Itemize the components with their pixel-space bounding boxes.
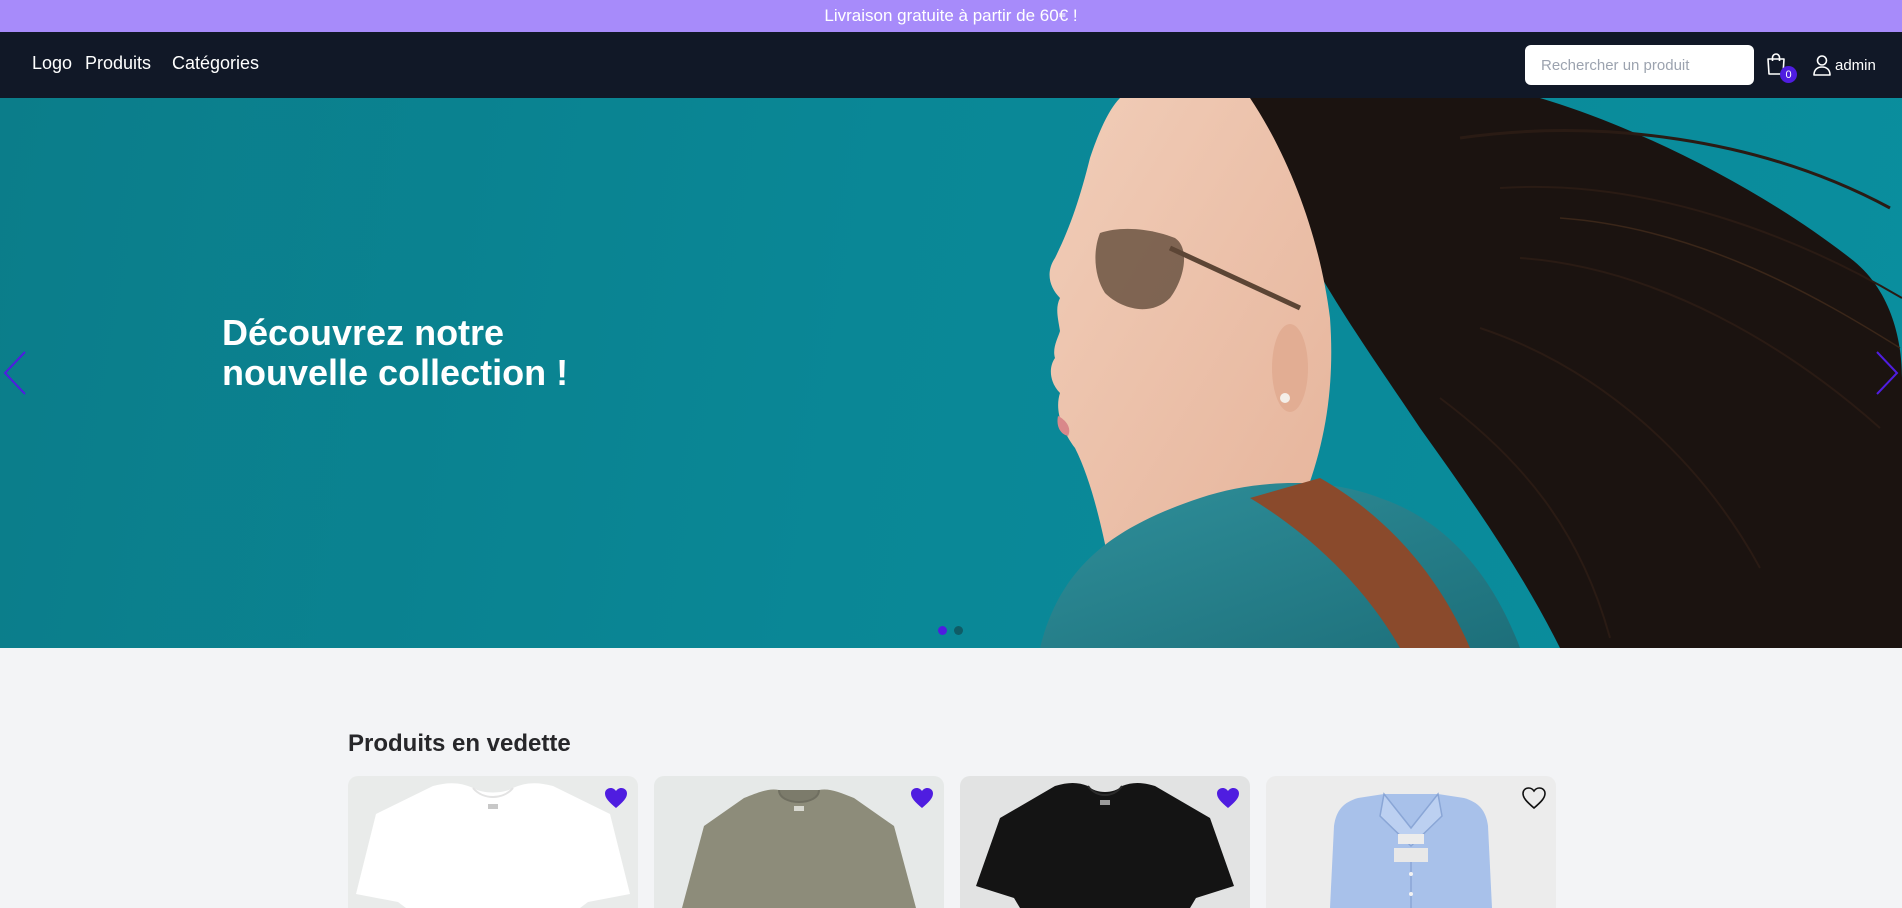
cart-count-badge: 0: [1780, 66, 1797, 83]
carousel-next-button[interactable]: [1872, 348, 1902, 398]
product-card[interactable]: [348, 776, 638, 908]
carousel-prev-button[interactable]: [0, 348, 30, 398]
cart-button[interactable]: 0: [1765, 52, 1797, 83]
promo-banner: Livraison gratuite à partir de 60€ !: [0, 0, 1902, 32]
black-tshirt-image: [976, 783, 1234, 908]
chevron-right-icon: [1876, 351, 1899, 395]
featured-products-title: Produits en vedette: [348, 730, 571, 757]
olive-tshirt-image: [682, 789, 916, 908]
favorite-button[interactable]: [1215, 786, 1241, 810]
nav-link-produits[interactable]: Produits: [85, 53, 151, 74]
site-logo[interactable]: Logo: [32, 53, 72, 74]
favorite-button[interactable]: [909, 786, 935, 810]
user-menu-button[interactable]: admin: [1812, 53, 1876, 77]
heart-outline-icon: [1522, 787, 1546, 810]
carousel-pagination: [938, 626, 963, 635]
main-navbar: Logo Produits Catégories 0 admin: [0, 32, 1902, 98]
product-card[interactable]: [960, 776, 1250, 908]
white-tshirt-image: [356, 783, 630, 908]
heart-filled-icon: [911, 788, 933, 808]
carousel-dot-1[interactable]: [938, 626, 947, 635]
promo-text: Livraison gratuite à partir de 60€ !: [824, 6, 1078, 25]
search-input[interactable]: [1525, 45, 1754, 85]
product-card[interactable]: [654, 776, 944, 908]
hero-title: Découvrez notre nouvelle collection !: [222, 312, 569, 393]
user-icon: [1813, 55, 1831, 76]
heart-filled-icon: [605, 788, 627, 808]
nav-link-categories[interactable]: Catégories: [172, 53, 259, 74]
blue-shirt-image: [1330, 792, 1492, 908]
carousel-dot-2[interactable]: [954, 626, 963, 635]
favorite-button[interactable]: [603, 786, 629, 810]
user-name: admin: [1835, 56, 1876, 74]
heart-filled-icon: [1217, 788, 1239, 808]
favorite-button[interactable]: [1521, 786, 1547, 810]
product-card[interactable]: [1266, 776, 1556, 908]
chevron-left-icon: [3, 351, 26, 395]
hero-carousel: Découvrez notre nouvelle collection !: [0, 98, 1902, 648]
